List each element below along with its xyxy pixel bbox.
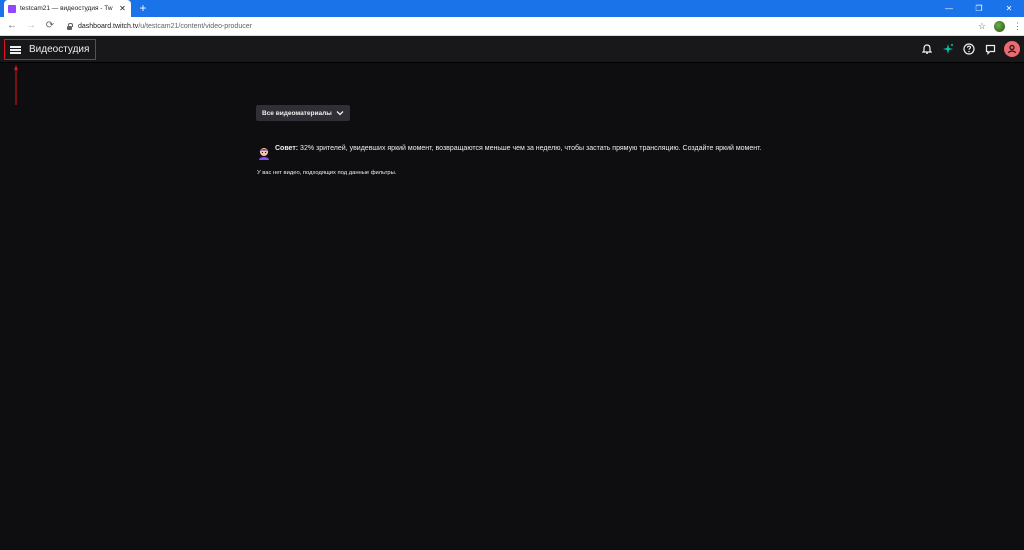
- window-controls: — ❐ ✕: [934, 0, 1024, 17]
- video-filter-dropdown[interactable]: Все видеоматериалы: [256, 105, 350, 121]
- url-field[interactable]: dashboard.twitch.tv/u/testcam21/content/…: [62, 19, 978, 33]
- studio-highlight-box: Видеостудия: [4, 39, 96, 60]
- chat-icon[interactable]: [983, 42, 997, 56]
- tip-mascot-icon: [259, 148, 269, 160]
- main-content: Все видеоматериалы Совет: 32% зрителей, …: [0, 63, 1024, 530]
- chevron-down-icon: [336, 111, 344, 116]
- browser-addressbar: ← → ⟳ dashboard.twitch.tv/u/testcam21/co…: [0, 17, 1024, 36]
- user-avatar-icon[interactable]: [1004, 41, 1020, 57]
- new-tab-button[interactable]: +: [136, 1, 150, 15]
- studio-topbar: Видеостудия: [0, 36, 1024, 63]
- sparkle-icon[interactable]: [941, 42, 955, 56]
- url-path: /u/testcam21/content/video-producer: [138, 22, 252, 30]
- empty-state-message: У вас нет видео, подходящих под данные ф…: [257, 170, 397, 176]
- forward-button[interactable]: →: [24, 19, 38, 33]
- back-button[interactable]: ←: [5, 19, 19, 33]
- tab-title: testcam21 — видеостудия - Tw: [20, 5, 113, 12]
- close-window-button[interactable]: ✕: [994, 0, 1024, 17]
- tip-body: 32% зрителей, увидевших яркий момент, во…: [298, 145, 762, 152]
- lock-icon: [66, 22, 73, 30]
- bookmark-star-icon[interactable]: ☆: [978, 21, 986, 32]
- tip-label: Совет:: [275, 145, 299, 152]
- tip-message: Совет: 32% зрителей, увидевших яркий мом…: [257, 143, 767, 160]
- restore-button[interactable]: ❐: [964, 0, 994, 17]
- tip-text: Совет: 32% зрителей, увидевших яркий мом…: [275, 143, 762, 160]
- minimize-button[interactable]: —: [934, 0, 964, 17]
- url-host: dashboard.twitch.tv: [78, 22, 139, 30]
- browser-tab[interactable]: testcam21 — видеостудия - Tw ✕: [4, 0, 131, 17]
- bell-icon[interactable]: [920, 42, 934, 56]
- reload-button[interactable]: ⟳: [43, 19, 57, 33]
- profile-icon[interactable]: [994, 20, 1005, 32]
- twitch-favicon-icon: [8, 4, 16, 13]
- browser-tabbar: testcam21 — видеостудия - Tw ✕ + — ❐ ✕: [0, 0, 1024, 17]
- filter-label: Все видеоматериалы: [262, 109, 332, 117]
- tab-close-icon[interactable]: ✕: [118, 4, 127, 13]
- browser-menu-icon[interactable]: ⋮: [1013, 21, 1022, 32]
- help-icon[interactable]: [962, 42, 976, 56]
- page-title: Видеостудия: [29, 44, 90, 55]
- menu-icon[interactable]: [10, 45, 21, 54]
